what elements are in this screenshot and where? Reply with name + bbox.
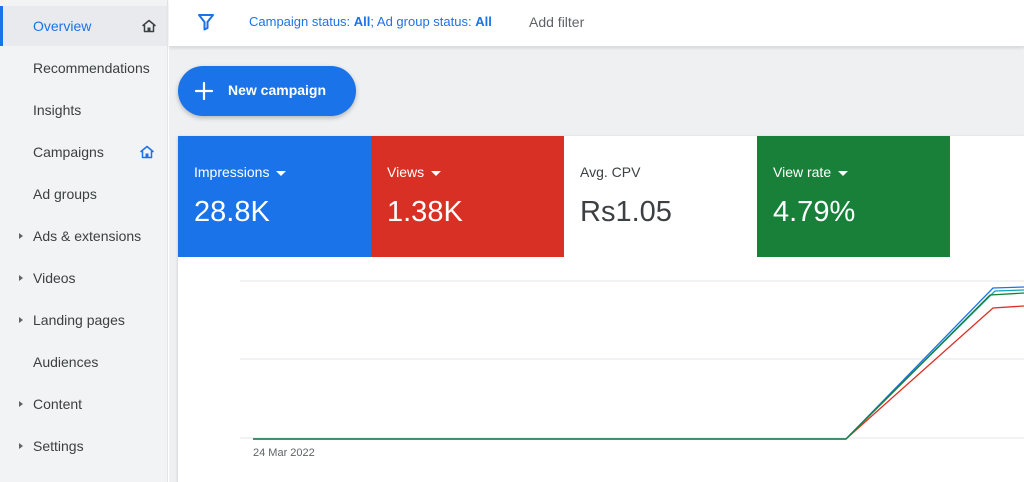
sidebar-item-campaigns[interactable]: Campaigns [0, 132, 168, 172]
sidebar-item-label: Overview [33, 18, 92, 34]
sidebar-item-label: Landing pages [33, 312, 125, 328]
adgroup-status-label: Ad group status: [376, 14, 476, 29]
expand-caret-icon [19, 275, 23, 281]
expand-caret-icon [19, 317, 23, 323]
metric-view-rate[interactable]: View rate 4.79% [757, 136, 950, 257]
sidebar-item-videos[interactable]: Videos [0, 258, 168, 298]
metric-label: Avg. CPV [580, 164, 640, 180]
sidebar-item-recommendations[interactable]: Recommendations [0, 48, 168, 88]
sidebar-item-settings[interactable]: Settings [0, 426, 168, 466]
campaign-status-value: All [353, 14, 371, 29]
series-line-green [253, 292, 1024, 440]
sidebar-item-label: Videos [33, 270, 76, 286]
add-filter-button[interactable]: Add filter [529, 14, 584, 30]
metric-avg-cpv[interactable]: Avg. CPV Rs1.05 [564, 136, 757, 257]
dropdown-arrow-icon [276, 170, 287, 176]
series-line-blue [253, 286, 1024, 440]
x-axis-start-label: 24 Mar 2022 [253, 447, 315, 459]
metric-views[interactable]: Views 1.38K [371, 136, 564, 257]
sidebar-item-insights[interactable]: Insights [0, 90, 168, 130]
sidebar-item-label: Recommendations [33, 60, 150, 76]
dropdown-arrow-icon [431, 170, 442, 176]
sidebar-item-overview[interactable]: Overview [0, 6, 168, 46]
sidebar-item-label: Settings [33, 438, 84, 454]
new-campaign-button[interactable]: New campaign [178, 66, 356, 116]
sidebar-item-label: Ad groups [33, 186, 97, 202]
metric-label-text: Views [387, 164, 425, 180]
sidebar-item-label: Content [33, 396, 83, 412]
sidebar-item-label: Audiences [33, 354, 99, 370]
metric-label: View rate [773, 164, 849, 180]
metric-label-text: View rate [773, 164, 832, 180]
sidebar-item-landing-pages[interactable]: Landing pages [0, 300, 168, 340]
metric-label: Views [387, 164, 442, 180]
expand-caret-icon [19, 233, 23, 239]
performance-chart: 24 Mar 2022 [178, 257, 1024, 482]
dropdown-arrow-icon [838, 170, 849, 176]
sidebar-item-content[interactable]: Content [0, 384, 168, 424]
series-line-teal [253, 289, 1024, 440]
main-content: Campaign status: All; Ad group status: A… [169, 0, 1024, 482]
sidebar-item-ad-groups[interactable]: Ad groups [0, 174, 168, 214]
metric-value: 1.38K [387, 196, 463, 228]
sidebar-item-label: Insights [33, 102, 82, 118]
metric-impressions[interactable]: Impressions 28.8K [178, 136, 371, 257]
metric-value: 4.79% [773, 196, 856, 228]
home-icon [140, 145, 154, 159]
adgroup-status-value: All [475, 14, 492, 29]
active-filters[interactable]: Campaign status: All; Ad group status: A… [249, 14, 492, 29]
filter-icon[interactable] [197, 12, 215, 32]
sidebar-nav: Overview Recommendations Insights Campai… [0, 0, 168, 482]
metric-label-text: Avg. CPV [580, 164, 641, 180]
sidebar-item-label: Ads & extensions [33, 228, 142, 244]
filter-bar: Campaign status: All; Ad group status: A… [169, 0, 1024, 47]
plus-icon [194, 81, 214, 101]
new-campaign-label: New campaign [228, 82, 327, 98]
sidebar-item-ads-extensions[interactable]: Ads & extensions [0, 216, 168, 256]
home-icon [142, 19, 156, 33]
series-line-red [253, 305, 1024, 440]
sidebar-item-label: Campaigns [33, 144, 104, 160]
campaign-status-label: Campaign status: [249, 14, 354, 29]
metric-value: 28.8K [194, 196, 270, 228]
expand-caret-icon [19, 401, 23, 407]
metric-label-text: Impressions [194, 164, 270, 180]
performance-card: Impressions 28.8K Views 1.38K Avg. CPV R… [178, 136, 1024, 482]
sidebar-item-audiences[interactable]: Audiences [0, 342, 168, 382]
expand-caret-icon [19, 443, 23, 449]
metric-value: Rs1.05 [580, 196, 672, 228]
metric-label: Impressions [194, 164, 287, 180]
